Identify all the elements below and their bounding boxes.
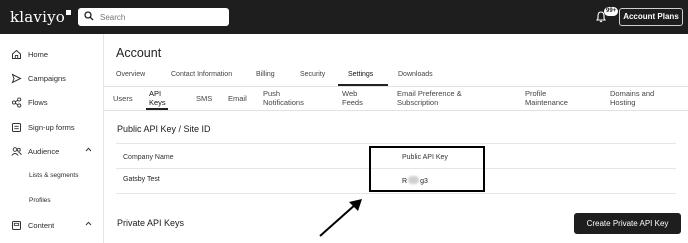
logo-text: klaviyo: [10, 8, 66, 26]
subtab-profile-maintenance[interactable]: Profile Maintenance: [525, 89, 568, 107]
tab-contact-information[interactable]: Contact Information: [171, 71, 232, 78]
main-content: [105, 34, 688, 243]
tab-security[interactable]: Security: [300, 71, 325, 78]
sidebar-item-home[interactable]: Home: [0, 45, 104, 63]
highlight-annotation-box: [369, 146, 485, 192]
sidebar-item-label: Content: [28, 221, 55, 230]
sidebar-item-campaigns[interactable]: Campaigns: [0, 69, 104, 87]
chevron-up-icon[interactable]: [85, 221, 92, 226]
sidebar-item-flows[interactable]: Flows: [0, 93, 104, 111]
subtab-label: Email: [228, 94, 247, 103]
subtab-label: Feeds: [342, 97, 363, 107]
subtab-email[interactable]: Email: [228, 94, 247, 104]
table-divider: [116, 143, 676, 144]
sidebar-subitem-lists-segments[interactable]: Lists & segments: [29, 172, 79, 179]
signup-forms-icon: [12, 123, 21, 132]
notification-badge: 99+: [604, 7, 619, 16]
sidebar-item-label: Flows: [28, 98, 48, 107]
content-icon: [12, 221, 21, 230]
subtab-label: Notifications: [263, 97, 304, 107]
sidebar-item-label: Sign-up forms: [28, 123, 75, 132]
page-title: Account: [116, 46, 162, 60]
subtab-web-feeds[interactable]: Web Feeds: [342, 89, 363, 107]
tab-downloads[interactable]: Downloads: [398, 71, 433, 78]
sidebar-item-audience[interactable]: Audience: [0, 142, 104, 160]
top-bar: klaviyo 99+ Account Plans: [0, 0, 688, 34]
table-divider: [116, 193, 676, 194]
chevron-up-icon[interactable]: [85, 147, 92, 152]
tab-settings[interactable]: Settings: [348, 71, 373, 78]
subtab-label: Users: [113, 94, 133, 103]
public-api-key-section-title: Public API Key / Site ID: [117, 124, 211, 134]
search-icon: [84, 11, 94, 21]
column-header-company-name: Company Name: [123, 154, 174, 161]
subtab-label: SMS: [196, 94, 213, 103]
subtab-push-notifications[interactable]: Push Notifications: [263, 89, 304, 107]
search-input[interactable]: [100, 9, 225, 25]
subtab-label: Maintenance: [525, 97, 568, 107]
home-icon: [12, 49, 21, 59]
logo-flag-icon: [66, 10, 72, 15]
sidebar: [0, 34, 104, 243]
private-api-keys-section-title: Private API Keys: [117, 218, 185, 228]
account-plans-button[interactable]: Account Plans: [619, 8, 683, 26]
tabs-divider: [104, 86, 688, 87]
subtab-label: Subscription: [397, 97, 439, 107]
campaigns-icon: [11, 73, 22, 84]
sidebar-item-signup-forms[interactable]: Sign-up forms: [0, 118, 104, 136]
sidebar-item-label: Campaigns: [28, 74, 66, 83]
subtab-users[interactable]: Users: [113, 94, 133, 104]
company-name-value: Gatsby Test: [123, 176, 160, 183]
tab-billing[interactable]: Billing: [256, 71, 275, 78]
search-box[interactable]: [78, 8, 229, 26]
audience-icon: [11, 147, 22, 156]
sidebar-item-label: Home: [28, 50, 49, 59]
sidebar-item-label: Audience: [28, 147, 60, 156]
sidebar-item-content[interactable]: Content: [0, 216, 104, 234]
annotation-arrow-icon: [319, 199, 362, 237]
tab-overview[interactable]: Overview: [116, 71, 145, 78]
subtab-email-preference-subscription[interactable]: Email Preference & Subscription: [397, 89, 462, 107]
subtab-label: Keys: [149, 97, 166, 107]
sidebar-subitem-profiles[interactable]: Profiles: [29, 197, 51, 204]
subtabs-divider: [104, 110, 688, 111]
subtab-label: Hosting: [610, 97, 636, 107]
subtab-sms[interactable]: SMS: [196, 94, 213, 104]
subtab-domains-hosting[interactable]: Domains and Hosting: [610, 89, 654, 107]
flows-icon: [11, 97, 22, 108]
create-private-api-key-button[interactable]: Create Private API Key: [574, 213, 681, 234]
subtab-api-keys[interactable]: API Keys: [149, 89, 166, 107]
klaviyo-logo[interactable]: klaviyo: [10, 8, 72, 26]
